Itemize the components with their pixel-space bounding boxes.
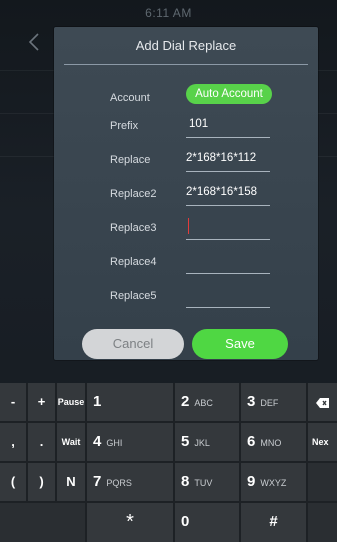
prefix-input[interactable]: 101 xyxy=(186,111,270,138)
replace4-label: Replace4 xyxy=(110,256,157,268)
dialog-title: Add Dial Replace xyxy=(135,38,237,53)
replace-input[interactable]: 2*168*16*112 xyxy=(186,145,270,172)
key-8-letters: TUV xyxy=(194,478,213,488)
key-6[interactable]: 6 MNO xyxy=(241,423,306,461)
screen: 6:11 AM Add Dial Replace Account Auto Ac… xyxy=(0,0,337,542)
key-4[interactable]: 4 GHI xyxy=(87,423,173,461)
key-comma[interactable]: , xyxy=(0,423,26,461)
account-label: Account xyxy=(110,92,150,104)
replace3-label: Replace3 xyxy=(110,222,157,234)
backspace-icon xyxy=(315,397,329,408)
replace4-input[interactable] xyxy=(186,247,270,274)
replace5-value xyxy=(186,288,189,300)
save-button[interactable]: Save xyxy=(192,329,288,359)
replace-value: 2*168*16*112 xyxy=(186,152,257,164)
key-plus[interactable]: + xyxy=(28,383,55,421)
key-4-digit: 4 xyxy=(93,433,102,450)
key-9[interactable]: 9 WXYZ xyxy=(241,463,306,501)
key-7-digit: 7 xyxy=(93,473,102,490)
key-blank xyxy=(0,503,85,542)
key-hash[interactable]: # xyxy=(241,503,306,542)
key-next[interactable]: Nex xyxy=(308,423,337,461)
key-5-letters: JKL xyxy=(194,438,210,448)
key-7-letters: PQRS xyxy=(106,478,132,488)
key-pause[interactable]: Pause xyxy=(57,383,85,421)
key-blank xyxy=(308,503,337,542)
prefix-row: Prefix 101 xyxy=(54,111,318,145)
add-dial-replace-dialog: Add Dial Replace Account Auto Account Pr… xyxy=(54,27,318,360)
key-n[interactable]: N xyxy=(57,463,85,501)
key-asterisk[interactable]: * xyxy=(87,503,173,542)
prefix-value: 101 xyxy=(189,118,209,130)
text-cursor xyxy=(188,218,189,234)
key-6-digit: 6 xyxy=(247,433,256,450)
key-3-letters: DEF xyxy=(260,398,279,408)
key-9-letters: WXYZ xyxy=(260,478,287,488)
key-2-letters: ABC xyxy=(194,398,213,408)
key-blank xyxy=(308,463,337,501)
replace4-row: Replace4 xyxy=(54,247,318,281)
status-bar-time: 6:11 AM xyxy=(145,6,192,20)
key-3[interactable]: 3 DEF xyxy=(241,383,306,421)
replace-row: Replace 2*168*16*112 xyxy=(54,145,318,179)
key-5-digit: 5 xyxy=(181,433,190,450)
key-1[interactable]: 1 xyxy=(87,383,173,421)
replace5-label: Replace5 xyxy=(110,290,157,302)
replace3-row: Replace3 xyxy=(54,213,318,247)
key-1-digit: 1 xyxy=(93,393,102,410)
replace4-value xyxy=(186,254,189,266)
key-4-letters: GHI xyxy=(106,438,123,448)
dial-keyboard: - + Pause 1 2 ABC 3 DEF , . Wait 4 GHI 5 JKL… xyxy=(0,383,337,542)
key-open-paren[interactable]: ( xyxy=(0,463,26,501)
dialog-title-divider xyxy=(64,64,308,65)
backspace-key[interactable] xyxy=(308,383,337,421)
key-5[interactable]: 5 JKL xyxy=(175,423,239,461)
key-period[interactable]: . xyxy=(28,423,55,461)
replace-label: Replace xyxy=(110,154,151,166)
replace5-row: Replace5 xyxy=(54,281,318,315)
cancel-button[interactable]: Cancel xyxy=(82,329,184,359)
replace2-row: Replace2 2*168*16*158 xyxy=(54,179,318,213)
key-6-letters: MNO xyxy=(260,438,282,448)
key-8[interactable]: 8 TUV xyxy=(175,463,239,501)
key-0[interactable]: 0 xyxy=(175,503,239,542)
key-2[interactable]: 2 ABC xyxy=(175,383,239,421)
replace2-label: Replace2 xyxy=(110,188,157,200)
key-3-digit: 3 xyxy=(247,393,256,410)
key-wait[interactable]: Wait xyxy=(57,423,85,461)
replace2-input[interactable]: 2*168*16*158 xyxy=(186,179,270,206)
key-8-digit: 8 xyxy=(181,473,190,490)
replace3-input[interactable] xyxy=(186,213,270,240)
key-close-paren[interactable]: ) xyxy=(28,463,55,501)
back-arrow-icon[interactable] xyxy=(28,32,40,52)
account-select[interactable]: Auto Account xyxy=(186,84,272,104)
replace5-input[interactable] xyxy=(186,281,270,308)
prefix-label: Prefix xyxy=(110,120,139,132)
key-9-digit: 9 xyxy=(247,473,256,490)
key-7[interactable]: 7 PQRS xyxy=(87,463,173,501)
key-minus[interactable]: - xyxy=(0,383,26,421)
key-2-digit: 2 xyxy=(181,393,190,410)
replace2-value: 2*168*16*158 xyxy=(186,186,257,198)
